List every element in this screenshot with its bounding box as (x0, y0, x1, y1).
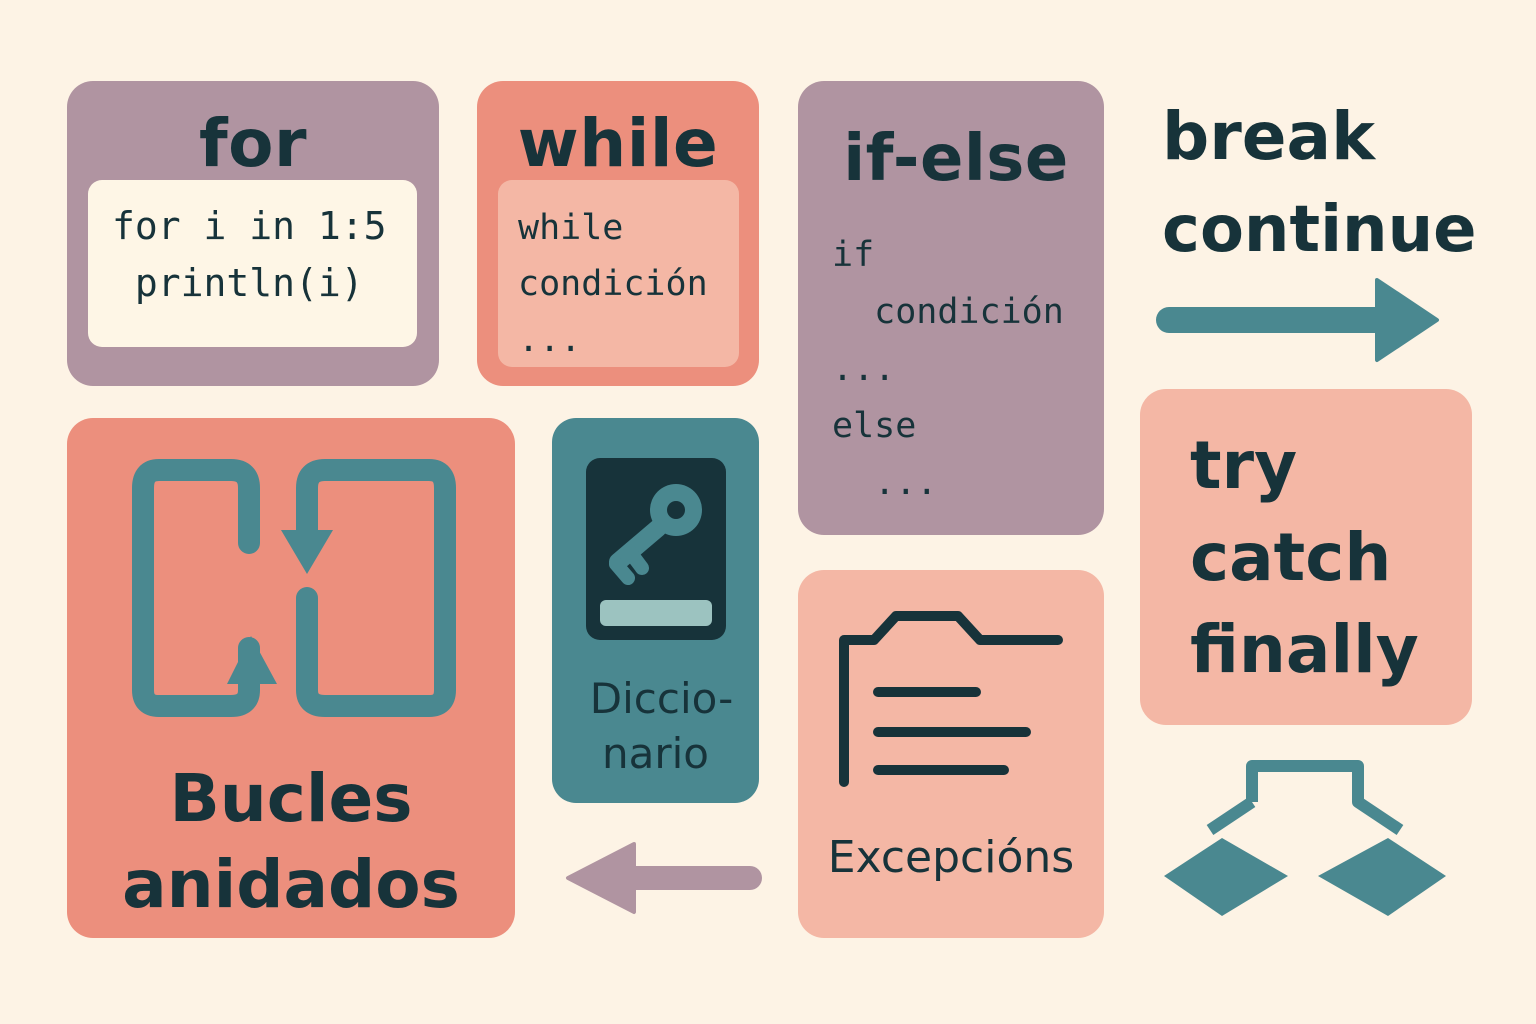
ifelse-title: if-else (843, 122, 1069, 196)
ifelse-code: if condición ... else ... (832, 227, 1064, 512)
ifelse-code-line-4: else (832, 406, 917, 447)
for-code-line-2: println(i) (112, 261, 364, 305)
break-label: break (1162, 98, 1375, 175)
document-icon (839, 611, 1063, 787)
nested-label-line-2: anidados (122, 845, 460, 923)
while-code-line-2: condición (518, 264, 708, 304)
nested-label: Bucles anidados (67, 756, 515, 928)
arrow-right-icon (1156, 278, 1439, 362)
nested-card: Bucles anidados (67, 418, 515, 938)
exceptions-label: Excepcións (827, 832, 1075, 883)
exceptions-card: Excepcións (798, 570, 1104, 938)
ifelse-code-line-5: ... (832, 463, 938, 504)
continue-label: continue (1162, 193, 1477, 267)
dictionary-card: Diccio- nario (552, 418, 759, 803)
dictionary-label-line-1: Diccio- (589, 674, 734, 723)
finally-label: finally (1190, 611, 1419, 688)
nested-label-line-1: Bucles (169, 760, 413, 837)
ifelse-code-line-2: condición (832, 292, 1064, 333)
dictionary-label-line-2: nario (602, 728, 709, 778)
while-code-line-3: ... (518, 320, 582, 360)
for-title: for (198, 105, 308, 182)
while-title: while (517, 105, 719, 182)
ifelse-code-line-1: if (832, 235, 875, 275)
for-code-line-1: for i in 1:5 (112, 204, 387, 248)
for-code-box: for i in 1:5 println(i) (88, 180, 417, 347)
dictionary-label: Diccio- nario (552, 672, 759, 781)
arrow-left-icon (566, 842, 762, 914)
ifelse-code-line-3: ... (832, 349, 896, 390)
try-card: try catch finally (1140, 389, 1472, 725)
book-key-icon (586, 458, 726, 640)
for-code: for i in 1:5 println(i) (112, 198, 387, 312)
while-card: while while condición ... (477, 81, 759, 386)
while-code: while condición ... (518, 200, 708, 368)
for-card: for for i in 1:5 println(i) (67, 81, 439, 386)
try-label: try (1190, 427, 1298, 504)
ifelse-card: if-else if condición ... else ... (798, 81, 1104, 535)
nested-loop-icon (132, 459, 456, 717)
while-code-box: while condición ... (498, 180, 739, 367)
while-code-line-1: while (518, 208, 624, 248)
branch-diamond-icon (1164, 760, 1446, 916)
catch-label: catch (1190, 519, 1392, 596)
